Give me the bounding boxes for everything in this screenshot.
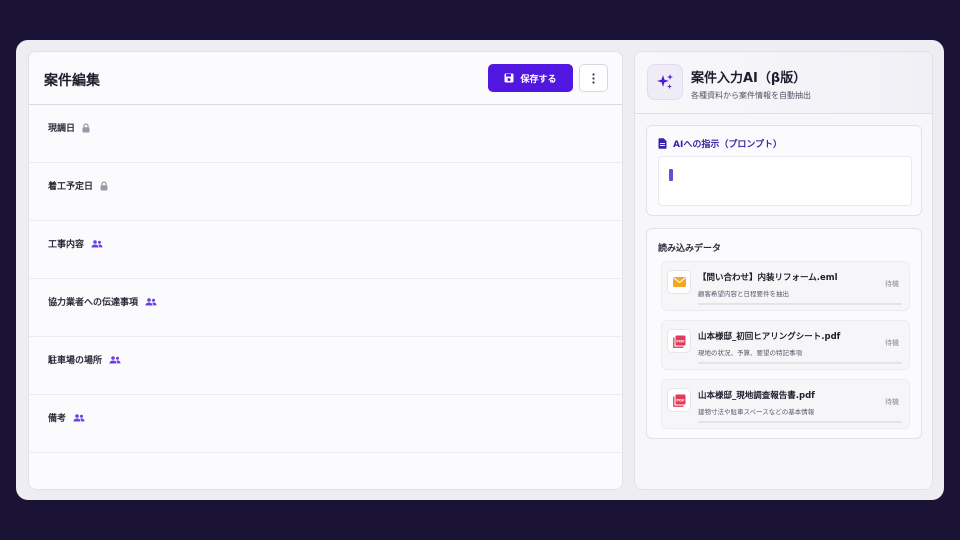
file-name: 山本様邸_初回ヒアリングシート.pdf (698, 332, 841, 342)
prompt-input[interactable] (658, 156, 912, 206)
lock-icon (82, 122, 90, 132)
prompt-title: AIへの指示（プロンプト） (673, 140, 783, 150)
loaded-data-card: 読み込みデータ 【問い合わせ】内装リフォーム.eml 顧客希望内容と日程要件を抽… (646, 228, 922, 439)
file-status: 待機 (885, 398, 899, 406)
ai-panel-subtitle: 各種資料から案件情報を自動抽出 (691, 91, 811, 100)
floppy-disk-icon (504, 73, 514, 83)
field-row-survey-date[interactable]: 現調日 (29, 105, 622, 163)
progress-bar (698, 362, 902, 364)
pdf-icon: PDF (667, 388, 691, 412)
people-icon (91, 239, 103, 247)
field-label: 備考 (48, 414, 67, 424)
progress-bar (698, 421, 902, 423)
field-label: 工事内容 (48, 240, 85, 250)
file-description: 現地の状況、予算、要望の特記事項 (698, 349, 802, 357)
field-row-remarks[interactable]: 備考 (29, 395, 622, 453)
case-editor-panel: 案件編集 保存する 現調日 着工予定日 工事内容 協力業者への伝達事項 駐車場の… (28, 51, 623, 490)
lock-icon (100, 180, 108, 190)
field-row-parking-location[interactable]: 駐車場の場所 (29, 337, 622, 395)
vertical-dots-icon (592, 72, 595, 84)
field-label: 現調日 (48, 124, 76, 134)
sparkles-icon (647, 64, 683, 100)
page-title: 案件編集 (44, 73, 100, 89)
file-status: 待機 (885, 339, 899, 347)
more-options-button[interactable] (579, 64, 608, 92)
file-item[interactable]: PDF 山本様邸_初回ヒアリングシート.pdf 現地の状況、予算、要望の特記事項… (661, 320, 910, 370)
ai-input-panel: 案件入力AI（β版） 各種資料から案件情報を自動抽出 AIへの指示（プロンプト）… (634, 51, 933, 490)
loaded-data-title: 読み込みデータ (658, 244, 722, 254)
field-label: 駐車場の場所 (48, 356, 103, 366)
file-item[interactable]: PDF 山本様邸_現地調査報告書.pdf 建物寸法や駐車スペースなどの基本情報 … (661, 379, 910, 429)
file-item[interactable]: 【問い合わせ】内装リフォーム.eml 顧客希望内容と日程要件を抽出 待機 (661, 261, 910, 311)
mail-icon (667, 270, 691, 294)
field-row-contractor-notes[interactable]: 協力業者への伝達事項 (29, 279, 622, 337)
progress-bar (698, 303, 902, 305)
people-icon (109, 355, 121, 363)
svg-text:PDF: PDF (676, 338, 685, 343)
file-status: 待機 (885, 280, 899, 288)
ai-panel-title: 案件入力AI（β版） (691, 71, 807, 86)
save-button-label: 保存する (520, 74, 557, 85)
save-button[interactable]: 保存する (488, 64, 573, 92)
document-icon (658, 138, 667, 149)
people-icon (73, 413, 85, 421)
field-label: 協力業者への伝達事項 (48, 298, 139, 308)
prompt-card: AIへの指示（プロンプト） (646, 125, 922, 216)
field-row-work-content[interactable]: 工事内容 (29, 221, 622, 279)
field-label: 着工予定日 (48, 182, 94, 192)
pdf-icon: PDF (667, 329, 691, 353)
field-list: 現調日 着工予定日 工事内容 協力業者への伝達事項 駐車場の場所 備考 (29, 105, 622, 453)
file-name: 【問い合わせ】内装リフォーム.eml (698, 273, 838, 283)
editor-header: 案件編集 保存する (29, 52, 622, 105)
svg-text:PDF: PDF (676, 397, 685, 402)
file-name: 山本様邸_現地調査報告書.pdf (698, 391, 815, 401)
people-icon (145, 297, 157, 305)
file-description: 顧客希望内容と日程要件を抽出 (698, 290, 789, 298)
ai-panel-header: 案件入力AI（β版） 各種資料から案件情報を自動抽出 (635, 52, 932, 114)
file-description: 建物寸法や駐車スペースなどの基本情報 (698, 408, 815, 416)
field-row-start-date[interactable]: 着工予定日 (29, 163, 622, 221)
text-cursor (669, 169, 673, 181)
